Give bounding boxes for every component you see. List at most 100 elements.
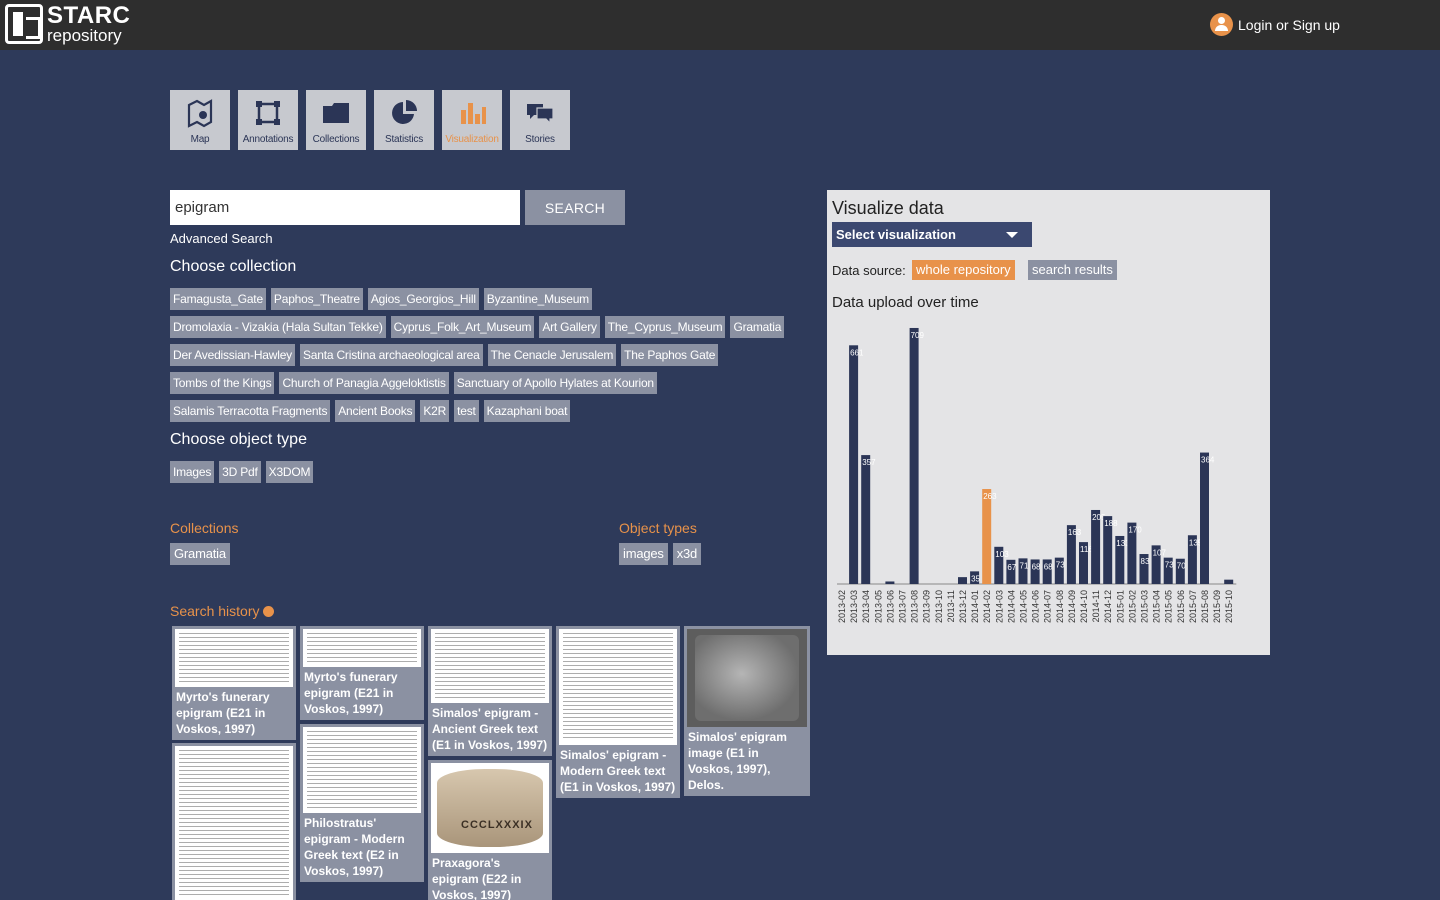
collection-tag[interactable]: Cyprus_Folk_Art_Museum [390,316,535,338]
x-tick-label: 2015-05 [1164,590,1174,623]
collection-tag[interactable]: test [454,400,479,422]
object-type-tag[interactable]: X3DOM [265,461,314,483]
search-history-title[interactable]: Search history [170,603,275,619]
card-thumbnail: CCCLXXXIX [431,763,549,853]
bar-value-label: 73 [1056,561,1065,570]
collection-tag[interactable]: Church of Panagia Aggeloktistis [279,372,449,394]
tile-label: Annotations [242,134,294,145]
tile-annotations[interactable]: Annotations [238,90,298,150]
chart-bar[interactable] [861,455,871,584]
collection-tag[interactable]: Kazaphani boat [483,400,571,422]
x-tick-label: 2013-02 [837,590,847,623]
card-thumbnail [175,629,293,687]
card-thumbnail [559,629,677,745]
x-tick-label: 2015-02 [1127,590,1137,623]
tile-visualization[interactable]: Visualization [442,90,502,150]
facet-collections: Gramatia [170,543,230,565]
bar-value-label: 709 [911,331,925,340]
object-type-tag[interactable]: Images [170,461,215,483]
history-card[interactable]: Myrto's funerary epigram (E21 in Voskos,… [172,626,296,740]
advanced-search-link[interactable]: Advanced Search [170,231,273,246]
facet-collection-tag[interactable]: Gramatia [170,543,230,565]
history-card[interactable]: Simalos' epigram - Modern Greek text (E1… [556,626,680,798]
collection-tag[interactable]: Art Gallery [539,316,600,338]
card-caption: Myrto's funerary epigram (E21 in Voskos,… [176,690,270,736]
bar-value-label: 163 [1068,528,1082,537]
facet-types: images x3d [619,543,702,565]
collection-tag[interactable]: K2R [420,400,450,422]
x-tick-label: 2013-05 [873,590,883,623]
card-caption: Simalos' epigram - Modern Greek text (E1… [560,748,676,794]
history-card[interactable] [172,743,296,900]
bar-value-label: 263 [983,492,997,501]
x-tick-label: 2015-10 [1224,590,1234,623]
facet-type-tag[interactable]: images [619,543,668,565]
chart-bar[interactable] [958,577,967,584]
bar-value-label: 357 [862,458,876,467]
login-label: Login or Sign up [1238,16,1340,33]
collection-tag[interactable]: Tombs of the Kings [170,372,275,394]
collection-tag[interactable]: Agios_Georgios_Hill [367,288,479,310]
collection-tag[interactable]: Salamis Terracotta Fragments [170,400,331,422]
login-link[interactable]: Login or Sign up [1210,13,1340,36]
facet-collections-title: Collections [170,520,239,536]
starc-logo[interactable]: STARC repository [5,4,130,44]
history-dot-icon [263,605,275,617]
x-tick-label: 2014-01 [970,590,980,623]
collection-tag[interactable]: Paphos_Theatre [270,288,363,310]
x-tick-label: 2014-07 [1043,590,1053,623]
top-bar: STARC repository Login or Sign up [0,0,1440,50]
collection-tag[interactable]: Sanctuary of Apollo Hylates at Kourion [453,372,657,394]
card-thumbnail [175,746,293,900]
x-tick-label: 2014-09 [1067,590,1077,623]
search-button[interactable]: SEARCH [525,190,625,225]
bar-value-label: 67 [1007,563,1016,572]
chart-bar[interactable] [885,581,895,584]
x-tick-label: 2015-08 [1200,590,1210,623]
logo-title: STARC [47,2,131,29]
tile-map[interactable]: Map [170,90,230,150]
tile-statistics[interactable]: Statistics [374,90,434,150]
chart-bar[interactable] [909,327,919,584]
collection-tag[interactable]: Santa Cristina archaeological area [299,344,483,366]
collection-tag[interactable]: Ancient Books [335,400,416,422]
tile-label: Stories [525,134,555,145]
tile-collections[interactable]: Collections [306,90,366,150]
chart-bar[interactable] [1200,452,1209,584]
chart-bar[interactable] [982,489,992,584]
history-card[interactable]: CCCLXXXIX Praxagora's epigram (E22 in Vo… [428,760,552,900]
collection-tag[interactable]: Dromolaxia - Vizakia (Hala Sultan Tekke) [170,316,386,338]
card-thumbnail [687,629,807,727]
collection-tag[interactable]: The Cenacle Jerusalem [487,344,617,366]
card-caption: Simalos' epigram - Ancient Greek text (E… [432,706,548,752]
search-input[interactable] [170,190,520,225]
x-tick-label: 2015-09 [1212,590,1222,623]
collection-tag[interactable]: The_Cyprus_Museum [604,316,726,338]
collection-tag[interactable]: Famagusta_Gate [170,288,266,310]
object-type-tag-list: Images 3D Pdf X3DOM [170,461,810,489]
facet-type-tag[interactable]: x3d [672,543,702,565]
upload-bar-chart: 2013-026612013-033572013-04 2013-05 2013-0… [837,327,1237,623]
x-tick-label: 2015-03 [1140,590,1150,623]
x-tick-label: 2015-06 [1176,590,1186,623]
history-card[interactable]: Philostratus' epigram - Modern Greek tex… [300,724,424,882]
tool-tiles: Map Annotations Collections Statistics V… [170,90,570,150]
x-tick-label: 2013-07 [898,590,908,623]
collection-tag[interactable]: Der Avedissian-Hawley [170,344,295,366]
object-type-tag[interactable]: 3D Pdf [219,461,261,483]
history-card[interactable]: Simalos' epigram image (E1 in Voskos, 19… [684,626,810,796]
card-caption: Simalos' epigram image (E1 in Voskos, 19… [688,730,787,792]
collection-tag[interactable]: Byzantine_Museum [483,288,592,310]
tile-stories[interactable]: Stories [510,90,570,150]
history-card[interactable]: Simalos' epigram - Ancient Greek text (E… [428,626,552,756]
collection-tag[interactable]: Gramatia [730,316,785,338]
history-card[interactable]: Myrto's funerary epigram (E21 in Voskos,… [300,626,424,720]
bar-value-label: 73 [1165,561,1174,570]
collection-tag[interactable]: The Paphos Gate [621,344,719,366]
visualize-panel: Visualize data Select visualization Data… [827,190,1270,655]
card-caption: Praxagora's epigram (E22 in Voskos, 1997… [432,856,522,900]
chart-bar[interactable] [1224,579,1234,584]
bar-value-label: 71 [1020,561,1029,570]
bar-value-label: 661 [850,348,864,357]
chart-bar[interactable] [849,345,859,584]
